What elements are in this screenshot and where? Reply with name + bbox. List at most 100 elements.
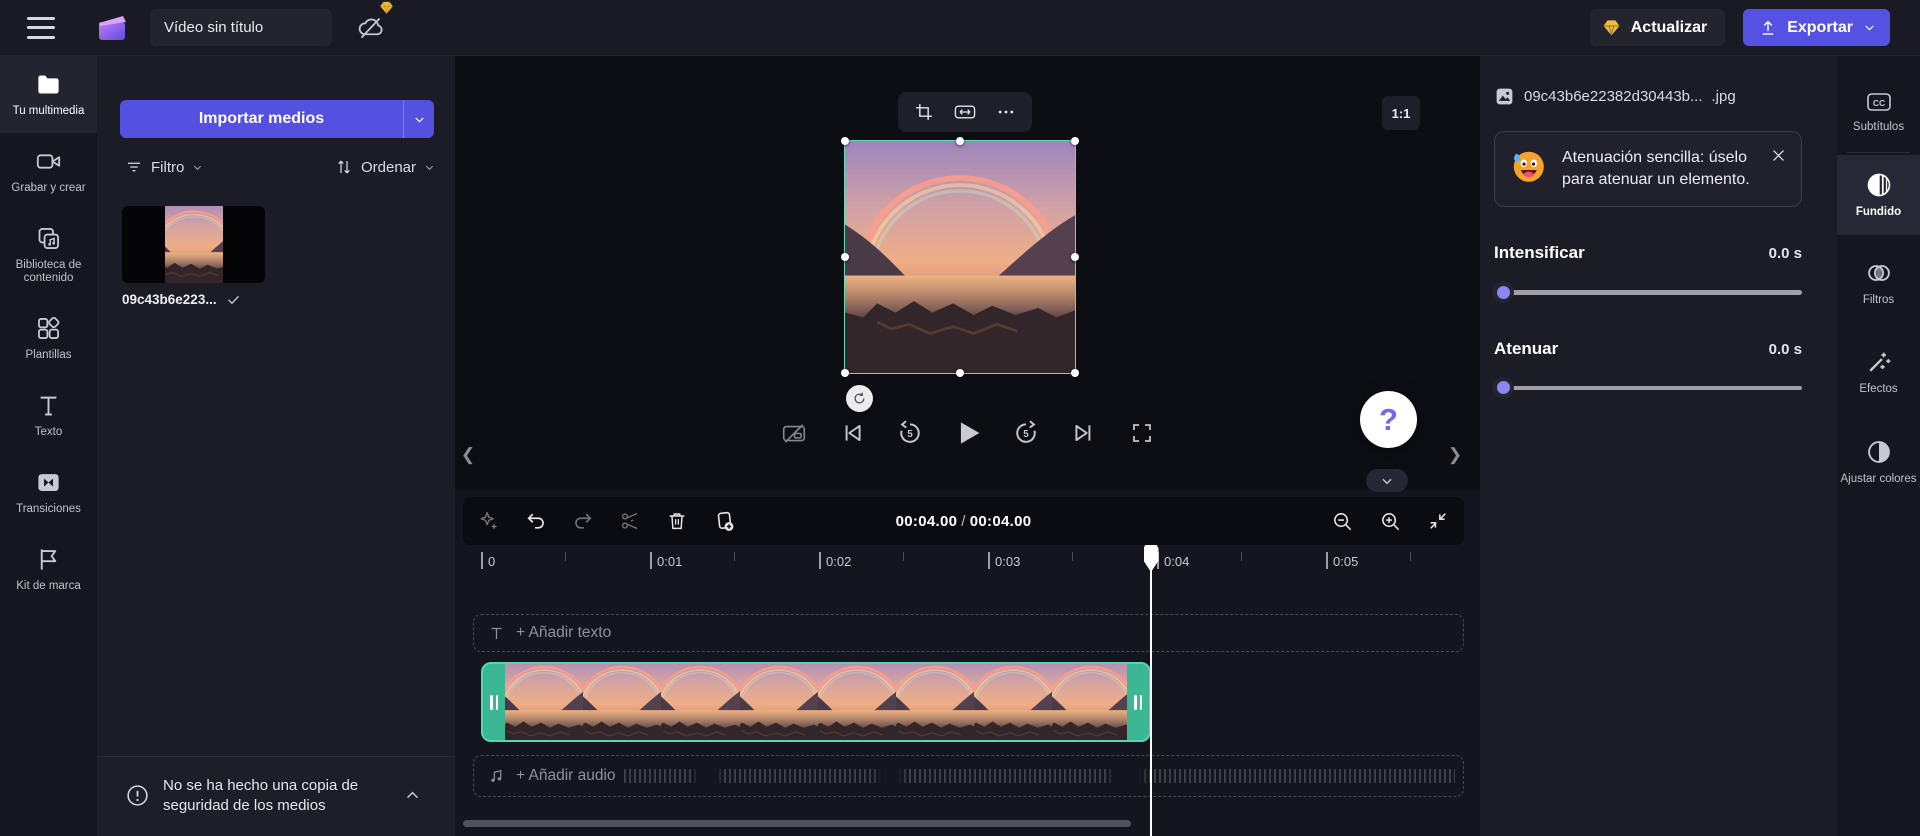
ruler-label: 0:05 (1333, 554, 1359, 569)
tab-effects[interactable]: Efectos (1837, 332, 1920, 412)
dismiss-tip-button[interactable] (1767, 144, 1789, 166)
backup-status-button[interactable] (350, 1, 393, 48)
duplicate-button[interactable] (712, 509, 736, 533)
import-media-button[interactable]: Importar medios (120, 100, 403, 138)
suggestions-button[interactable] (477, 509, 501, 533)
collapse-properties-chevron[interactable] (1366, 469, 1408, 492)
pip-disabled-button[interactable] (777, 416, 811, 450)
media-item-row[interactable]: 09c43b6e223... (122, 292, 241, 307)
right-sidebar: CC Subtítulos Fundido Filtros Efectos Aj… (1837, 56, 1920, 836)
video-canvas[interactable] (841, 137, 1079, 377)
skip-to-end-button[interactable] (1067, 416, 1101, 450)
split-button[interactable] (618, 509, 642, 533)
fade-out-slider-thumb[interactable] (1492, 376, 1514, 399)
add-text-track[interactable]: + Añadir texto (473, 614, 1464, 652)
timeline-scrollbar[interactable] (463, 820, 1131, 827)
more-options-button[interactable] (989, 96, 1023, 128)
zoom-out-button[interactable] (1330, 509, 1354, 533)
svg-text:CC: CC (1872, 98, 1884, 108)
add-audio-track[interactable]: + Añadir audio (473, 755, 1464, 797)
resize-handle[interactable] (956, 137, 964, 145)
delete-button[interactable] (665, 509, 689, 533)
media-item-thumbnail[interactable] (122, 206, 265, 283)
resize-handle[interactable] (841, 253, 849, 261)
sidebar-item-templates[interactable]: Plantillas (0, 300, 97, 377)
play-button[interactable] (951, 416, 985, 450)
adjust-colors-icon (1867, 441, 1890, 464)
asset-extension: .jpg (1711, 88, 1736, 105)
fit-button[interactable] (948, 96, 982, 128)
import-media-options-button[interactable] (403, 100, 434, 138)
clipchamp-logo-icon[interactable] (94, 10, 130, 46)
tab-filters[interactable]: Filtros (1837, 243, 1920, 323)
clip-frame-thumbnail (505, 664, 584, 740)
sweat-smile-emoji-icon (1513, 151, 1544, 182)
filter-dropdown[interactable]: Filtro (125, 158, 203, 176)
clip-trim-handle-right[interactable] (1127, 664, 1149, 740)
crop-icon (916, 104, 933, 120)
resize-handle[interactable] (1071, 253, 1079, 261)
timecode-display: 00:04.00/00:04.00 (895, 512, 1032, 530)
diamond-icon (1603, 20, 1620, 36)
menu-button[interactable] (24, 15, 58, 41)
sidebar-item-your-media[interactable]: Tu multimedia (0, 56, 97, 133)
selected-asset-header: 09c43b6e22382d30443b... .jpg (1494, 86, 1802, 107)
picture-in-picture-off-icon (782, 424, 805, 443)
export-button[interactable]: Exportar (1743, 9, 1890, 46)
tab-adjust-colors[interactable]: Ajustar colores (1837, 422, 1920, 502)
duplicate-icon (717, 511, 734, 531)
sidebar-item-brand-kit[interactable]: Kit de marca (0, 531, 97, 608)
redo-button[interactable] (571, 509, 595, 533)
topbar: Actualizar Exportar (0, 0, 1920, 56)
transitions-icon (38, 473, 59, 491)
project-title-input[interactable] (150, 19, 332, 36)
tab-fade[interactable]: Fundido (1837, 154, 1920, 235)
backup-warning-bar[interactable]: No se ha hecho una copia de seguridad de… (97, 756, 455, 836)
fade-in-slider[interactable] (1492, 281, 1802, 304)
forward-5s-button[interactable]: 5 (1009, 416, 1043, 450)
playhead[interactable] (1143, 545, 1159, 836)
rewind-5s-button[interactable]: 5 (893, 416, 927, 450)
upgrade-button[interactable]: Actualizar (1589, 9, 1726, 46)
sidebar-item-text[interactable]: Texto (0, 377, 97, 454)
aspect-ratio-badge[interactable]: 1:1 (1382, 96, 1420, 130)
fade-out-slider[interactable] (1492, 376, 1802, 399)
rotate-handle[interactable] (846, 385, 873, 412)
rewind-5-icon: 5 (899, 420, 920, 443)
fullscreen-button[interactable] (1125, 416, 1159, 450)
zoom-in-button[interactable] (1378, 509, 1402, 533)
chevron-up-icon (407, 791, 418, 799)
crop-button[interactable] (907, 96, 941, 128)
tab-captions[interactable]: CC Subtítulos (1837, 56, 1920, 150)
clipchamp-editor: Actualizar Exportar Tu multimedia Grabar… (0, 0, 1920, 836)
video-clip[interactable] (481, 662, 1151, 742)
skip-to-start-button[interactable] (835, 416, 869, 450)
timeline-ruler[interactable]: 0 0:01 0:02 0:03 0:04 0:05 (455, 545, 1464, 589)
ruler-label: 0 (488, 554, 496, 569)
resize-handle[interactable] (956, 369, 964, 377)
resize-handle[interactable] (1071, 369, 1079, 377)
rotate-icon (854, 392, 865, 404)
clip-trim-handle-left[interactable] (483, 664, 505, 740)
sort-dropdown[interactable]: Ordenar (335, 158, 435, 176)
fade-in-slider-thumb[interactable] (1492, 281, 1514, 304)
undo-button[interactable] (524, 509, 548, 533)
folder-icon (38, 75, 59, 94)
minimize-timeline-button[interactable] (1426, 509, 1450, 533)
help-button[interactable]: ? (1360, 391, 1417, 448)
tab-label: Fundido (1855, 205, 1902, 218)
clip-frame-thumbnail (1052, 664, 1127, 740)
sidebar-item-content-library[interactable]: Biblioteca de contenido (0, 210, 97, 301)
check-icon (227, 295, 239, 305)
resize-handle[interactable] (841, 369, 849, 377)
chevron-down-icon (1382, 478, 1392, 484)
transport-controls: 5 5 (455, 416, 1480, 450)
resize-handle[interactable] (1071, 137, 1079, 145)
collapse-diagonal-icon (1430, 513, 1446, 529)
export-icon (1762, 20, 1774, 35)
ruler-label: 0:02 (826, 554, 852, 569)
resize-handle[interactable] (841, 137, 849, 145)
sidebar-item-transitions[interactable]: Transiciones (0, 454, 97, 531)
svg-text:5: 5 (907, 429, 913, 440)
sidebar-item-record-create[interactable]: Grabar y crear (0, 133, 97, 210)
